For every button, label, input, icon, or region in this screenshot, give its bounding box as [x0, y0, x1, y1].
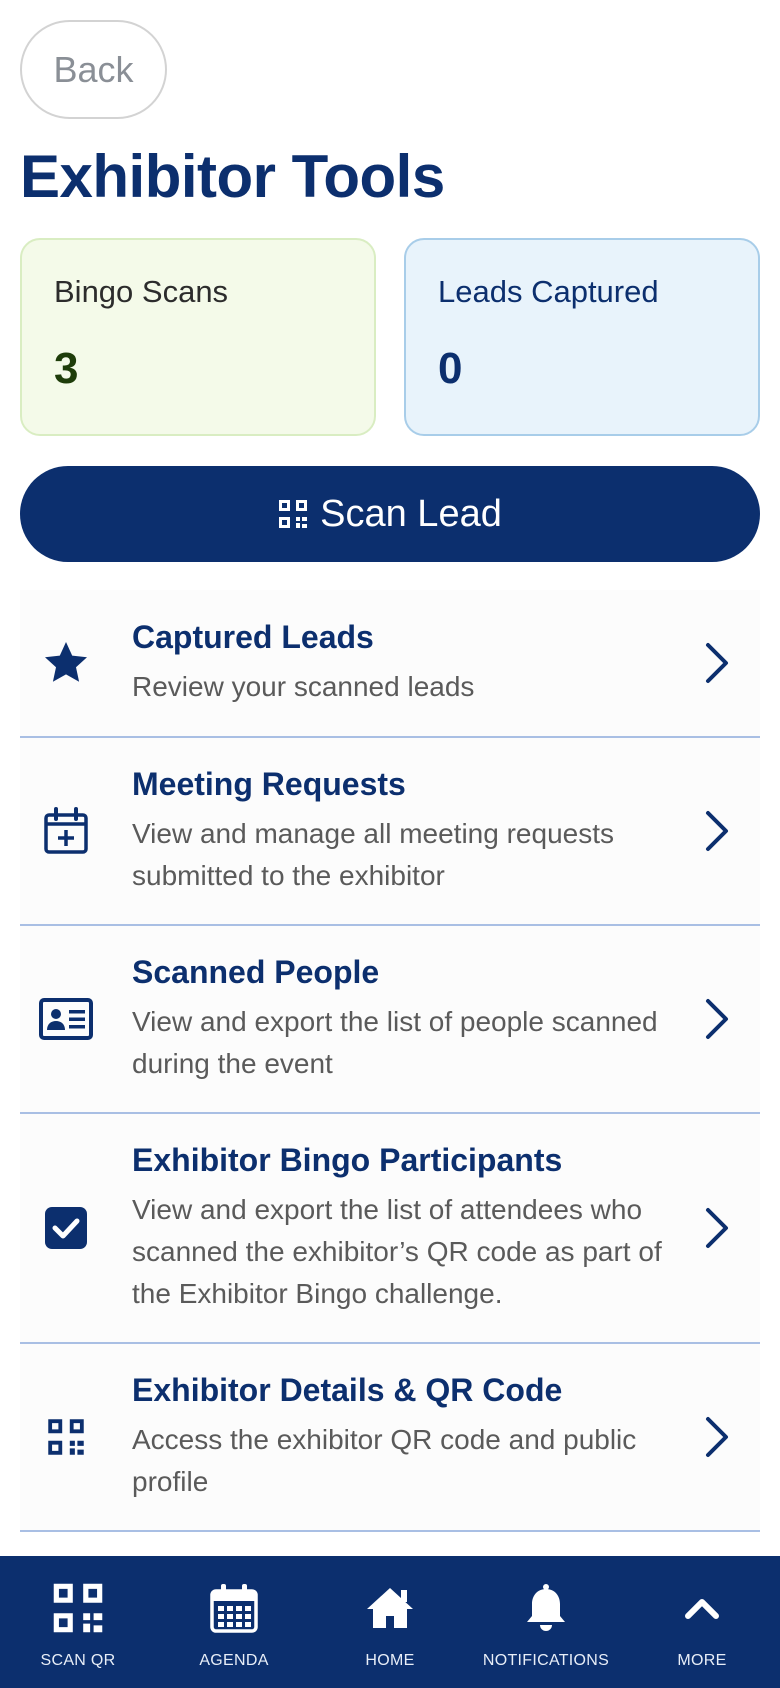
tool-desc: View and export the list of people scann…	[132, 1005, 658, 1079]
tool-desc: View and export the list of attendees wh…	[132, 1193, 662, 1309]
nav-label: SCAN QR	[40, 1652, 116, 1669]
bottom-nav: SCAN QR AGENDA HOME NOTIFICATIONS MORE	[0, 1556, 780, 1688]
calendar-icon	[210, 1584, 258, 1633]
chevron-right-icon	[706, 999, 728, 1039]
nav-more[interactable]: MORE	[624, 1556, 780, 1688]
chevron-right-icon	[706, 1417, 728, 1457]
tool-desc: View and manage all meeting requests sub…	[132, 817, 615, 891]
tool-item-exhibitor-details[interactable]: Exhibitor Details & QR Code Access the e…	[20, 1344, 760, 1532]
bingo-scans-card: Bingo Scans 3	[20, 238, 376, 436]
bingo-scans-label: Bingo Scans	[54, 274, 229, 309]
chevron-right-icon	[706, 811, 728, 851]
tool-list: Captured Leads Review your scanned leads	[20, 590, 760, 1532]
nav-agenda[interactable]: AGENDA	[156, 1556, 312, 1688]
checkbox-icon	[45, 1207, 87, 1249]
tool-title: Meeting Requests	[132, 765, 406, 802]
page-title: Exhibitor Tools	[20, 143, 445, 210]
bell-icon	[527, 1584, 565, 1631]
nav-notifications[interactable]: NOTIFICATIONS	[468, 1556, 624, 1688]
tool-title: Captured Leads	[132, 618, 374, 655]
chevron-up-icon	[685, 1599, 719, 1619]
leads-captured-label: Leads Captured	[438, 274, 659, 309]
nav-scan-qr[interactable]: SCAN QR	[0, 1556, 156, 1688]
leads-captured-card: Leads Captured 0	[404, 238, 760, 436]
calendar-plus-icon	[44, 807, 88, 854]
nav-label: AGENDA	[199, 1652, 269, 1669]
nav-label: MORE	[677, 1652, 727, 1669]
qr-code-icon	[279, 500, 308, 528]
back-button[interactable]: Back	[20, 20, 167, 119]
chevron-right-icon	[706, 643, 728, 683]
tool-title: Exhibitor Bingo Participants	[132, 1141, 563, 1178]
tool-item-bingo-participants[interactable]: Exhibitor Bingo Participants View and ex…	[20, 1114, 760, 1344]
tool-title: Scanned People	[132, 953, 380, 990]
tool-item-meeting-requests[interactable]: Meeting Requests View and manage all mee…	[20, 738, 760, 926]
nav-label: HOME	[365, 1652, 415, 1669]
chevron-right-icon	[706, 1208, 728, 1248]
exhibitor-tools-screen: Back Exhibitor Tools Bingo Scans 3 Leads…	[0, 0, 780, 1688]
tool-item-scanned-people[interactable]: Scanned People View and export the list …	[20, 926, 760, 1114]
id-card-icon	[39, 998, 93, 1040]
nav-home[interactable]: HOME	[312, 1556, 468, 1688]
qr-code-icon	[53, 1583, 103, 1633]
tool-item-captured-leads[interactable]: Captured Leads Review your scanned leads	[20, 590, 760, 738]
home-icon	[367, 1588, 413, 1628]
bingo-scans-value: 3	[54, 344, 79, 393]
nav-label: NOTIFICATIONS	[482, 1652, 610, 1669]
star-icon	[45, 642, 87, 682]
tool-title: Exhibitor Details & QR Code	[132, 1371, 563, 1408]
scan-lead-label: Scan Lead	[320, 492, 502, 535]
scan-lead-button[interactable]: Scan Lead	[20, 466, 760, 562]
qr-code-icon	[48, 1419, 84, 1455]
leads-captured-value: 0	[438, 344, 463, 393]
tool-desc: Access the exhibitor QR code and public …	[132, 1423, 637, 1497]
tool-desc: Review your scanned leads	[132, 670, 475, 702]
